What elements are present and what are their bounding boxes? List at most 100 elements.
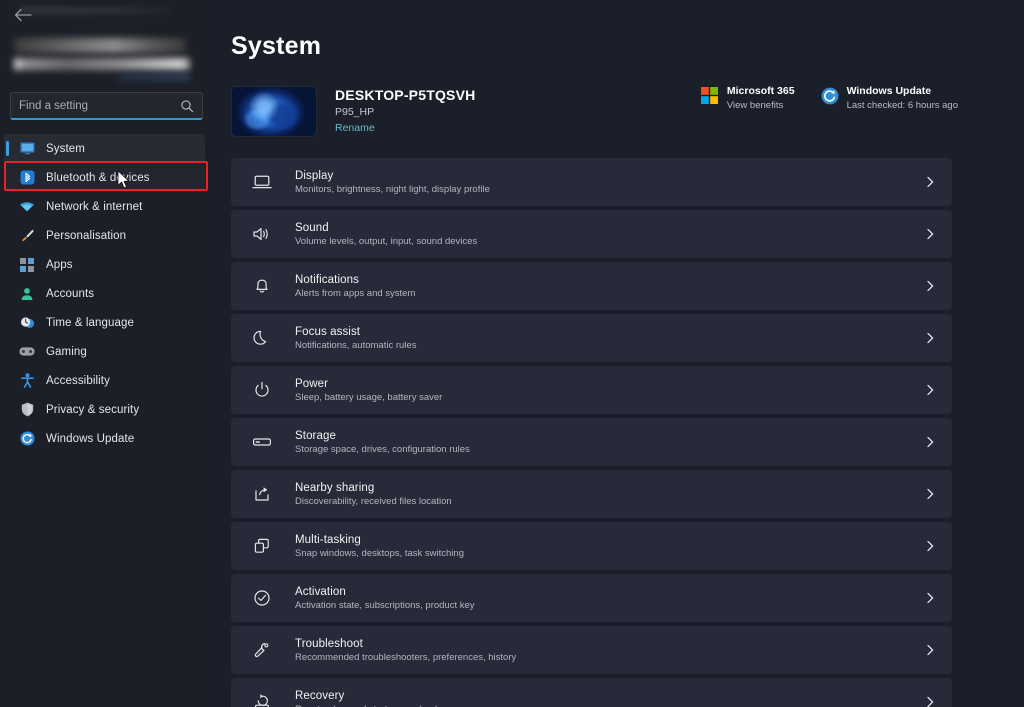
sidebar-item-apps[interactable]: Apps xyxy=(4,250,205,279)
redacted-bar xyxy=(118,74,190,80)
row-title: Notifications xyxy=(295,273,359,286)
row-subtitle: Volume levels, output, input, sound devi… xyxy=(295,235,478,247)
row-title: Display xyxy=(295,169,334,182)
sidebar-item-accounts[interactable]: Accounts xyxy=(4,279,205,308)
update-refresh-icon xyxy=(821,87,839,105)
row-title: Troubleshoot xyxy=(295,637,363,650)
sidebar-item-personalisation[interactable]: Personalisation xyxy=(4,221,205,250)
share-icon xyxy=(251,485,273,503)
sidebar-item-privacy-and-security[interactable]: Privacy & security xyxy=(4,395,205,424)
row-text: Notifications Alerts from apps and syste… xyxy=(295,274,415,299)
sidebar: System Bluetooth & devices xyxy=(0,0,213,707)
device-wallpaper-thumbnail xyxy=(231,85,317,137)
widget-title: Windows Update xyxy=(846,85,932,97)
row-text: Multi-tasking Snap windows, desktops, ta… xyxy=(295,534,464,559)
widget-title: Microsoft 365 xyxy=(726,85,795,97)
sidebar-item-system[interactable]: System xyxy=(4,134,205,163)
redacted-bar xyxy=(20,9,172,12)
sidebar-item-accessibility[interactable]: Accessibility xyxy=(4,366,205,395)
row-text: Troubleshoot Recommended troubleshooters… xyxy=(295,638,516,663)
check-circle-icon xyxy=(251,589,273,607)
chevron-right-icon xyxy=(924,696,936,707)
recovery-icon xyxy=(251,693,273,707)
row-title: Multi-tasking xyxy=(295,533,361,546)
shield-icon xyxy=(18,402,36,417)
brush-icon xyxy=(18,228,36,243)
sidebar-item-time-and-language[interactable]: Time & language xyxy=(4,308,205,337)
row-text: Display Monitors, brightness, night ligh… xyxy=(295,170,490,195)
setting-row-nearby-sharing[interactable]: Nearby sharing Discoverability, received… xyxy=(231,470,952,518)
sidebar-item-label: Privacy & security xyxy=(46,403,140,416)
setting-row-activation[interactable]: Activation Activation state, subscriptio… xyxy=(231,574,952,622)
monitor-icon xyxy=(18,142,36,155)
wrench-icon xyxy=(251,641,273,659)
setting-row-sound[interactable]: Sound Volume levels, output, input, soun… xyxy=(231,210,952,258)
row-title: Storage xyxy=(295,429,336,442)
setting-row-troubleshoot[interactable]: Troubleshoot Recommended troubleshooters… xyxy=(231,626,952,674)
rename-link[interactable]: Rename xyxy=(335,122,375,134)
sidebar-item-label: Time & language xyxy=(46,316,135,329)
search-box[interactable] xyxy=(10,92,203,120)
setting-row-power[interactable]: Power Sleep, battery usage, battery save… xyxy=(231,366,952,414)
row-text: Focus assist Notifications, automatic ru… xyxy=(295,326,416,351)
row-title: Activation xyxy=(295,585,346,598)
chevron-right-icon xyxy=(924,540,936,552)
search-input[interactable] xyxy=(19,99,180,112)
microsoft-logo-icon xyxy=(700,87,719,105)
settings-window: System Bluetooth & devices xyxy=(0,0,1024,707)
update-refresh-icon xyxy=(18,431,36,446)
chevron-right-icon xyxy=(924,592,936,604)
chevron-right-icon xyxy=(924,384,936,396)
row-text: Recovery Reset, advanced start-up, go ba… xyxy=(295,690,440,707)
setting-row-display[interactable]: Display Monitors, brightness, night ligh… xyxy=(231,158,952,206)
chevron-right-icon xyxy=(924,228,936,240)
sidebar-nav: System Bluetooth & devices Network & int… xyxy=(0,134,213,453)
row-text: Storage Storage space, drives, configura… xyxy=(295,430,470,455)
sidebar-item-label: Apps xyxy=(46,258,73,271)
row-text: Power Sleep, battery usage, battery save… xyxy=(295,378,442,403)
user-profile-redacted[interactable] xyxy=(0,0,213,88)
sidebar-item-label: Gaming xyxy=(46,345,87,358)
moon-icon xyxy=(251,329,273,347)
clock-icon xyxy=(18,316,36,330)
setting-row-storage[interactable]: Storage Storage space, drives, configura… xyxy=(231,418,952,466)
sidebar-item-label: System xyxy=(46,142,85,155)
settings-list: Display Monitors, brightness, night ligh… xyxy=(231,158,952,707)
row-subtitle: Alerts from apps and system xyxy=(295,287,416,299)
windows-stack-icon xyxy=(251,537,273,555)
chevron-right-icon xyxy=(924,176,936,188)
main-content: System DESKTOP-P5TQSVH P95_HP Rename Mic… xyxy=(213,0,1024,707)
monitor-outline-icon xyxy=(251,174,273,190)
sidebar-item-label: Bluetooth & devices xyxy=(46,171,150,184)
setting-row-focus-assist[interactable]: Focus assist Notifications, automatic ru… xyxy=(231,314,952,362)
row-subtitle: Reset, advanced start-up, go back xyxy=(295,704,440,707)
drive-icon xyxy=(251,435,273,449)
setting-row-recovery[interactable]: Recovery Reset, advanced start-up, go ba… xyxy=(231,678,952,707)
widget-subtitle: View benefits xyxy=(726,100,784,111)
chevron-right-icon xyxy=(924,644,936,656)
row-subtitle: Discoverability, received files location xyxy=(295,495,452,507)
chevron-right-icon xyxy=(924,436,936,448)
setting-row-multi-tasking[interactable]: Multi-tasking Snap windows, desktops, ta… xyxy=(231,522,952,570)
device-name: DESKTOP-P5TQSVH xyxy=(335,86,476,103)
windows-update-widget[interactable]: Windows Update Last checked: 6 hours ago xyxy=(821,85,958,111)
sidebar-item-label: Personalisation xyxy=(46,229,127,242)
row-title: Nearby sharing xyxy=(295,481,375,494)
sidebar-item-windows-update[interactable]: Windows Update xyxy=(4,424,205,453)
row-title: Sound xyxy=(295,221,329,234)
sidebar-item-gaming[interactable]: Gaming xyxy=(4,337,205,366)
sidebar-item-network-and-internet[interactable]: Network & internet xyxy=(4,192,205,221)
sidebar-item-bluetooth-and-devices[interactable]: Bluetooth & devices xyxy=(4,163,205,192)
sidebar-item-label: Windows Update xyxy=(46,432,135,445)
microsoft-365-widget[interactable]: Microsoft 365 View benefits xyxy=(700,85,795,111)
redacted-bar xyxy=(14,58,190,70)
row-subtitle: Activation state, subscriptions, product… xyxy=(295,599,475,611)
power-icon xyxy=(251,381,273,399)
widget-subtitle: Last checked: 6 hours ago xyxy=(846,100,958,111)
row-subtitle: Notifications, automatic rules xyxy=(295,339,417,351)
setting-row-notifications[interactable]: Notifications Alerts from apps and syste… xyxy=(231,262,952,310)
apps-grid-icon xyxy=(18,257,36,272)
row-text: Nearby sharing Discoverability, received… xyxy=(295,482,452,507)
row-title: Focus assist xyxy=(295,325,361,338)
sidebar-item-label: Network & internet xyxy=(46,200,143,213)
